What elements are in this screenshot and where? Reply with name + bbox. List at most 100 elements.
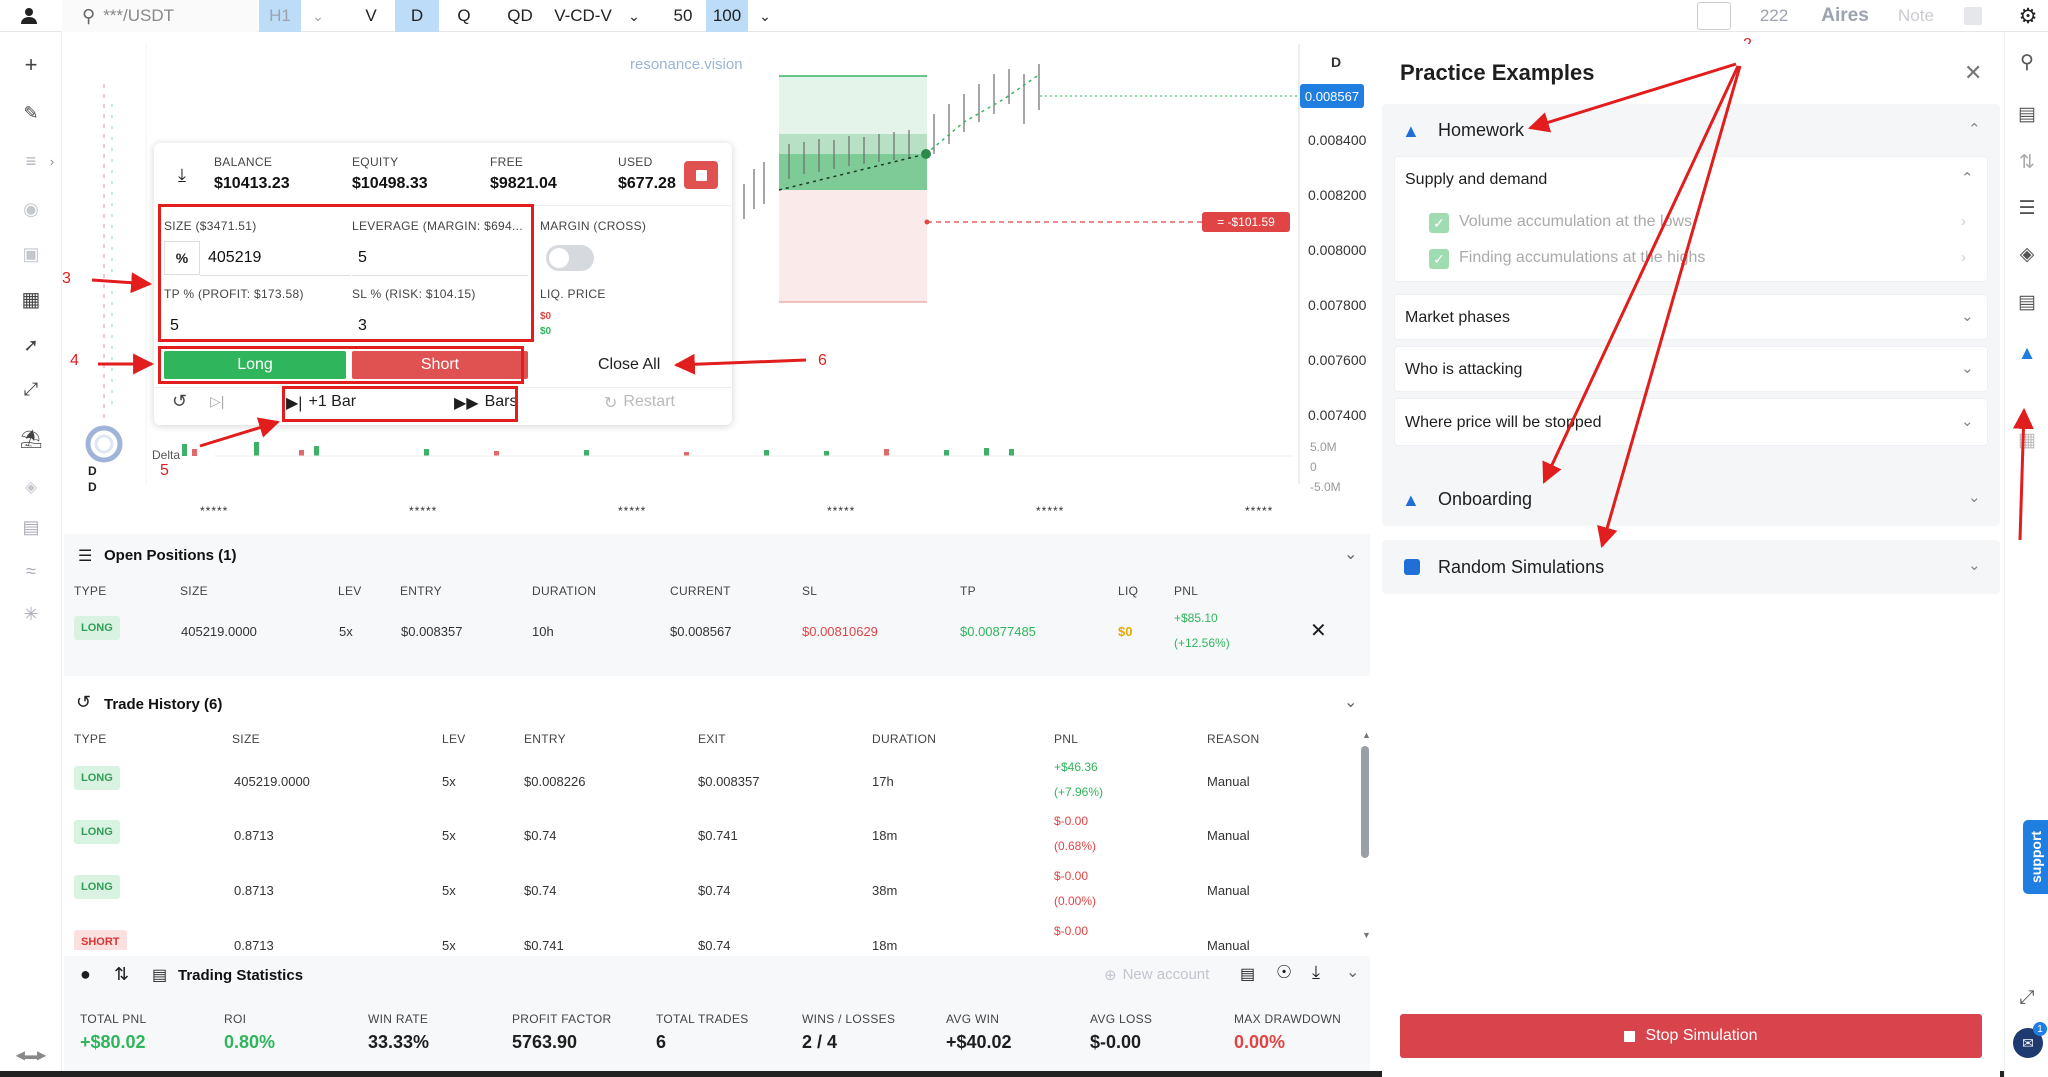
lesson-item[interactable]: Finding accumulations at the highs <box>1459 249 1705 267</box>
scrollbar[interactable]: ▲ ▼ <box>1360 730 1371 946</box>
layers-icon[interactable]: ◈ <box>2011 238 2043 270</box>
col-entry: ENTRY <box>400 584 442 598</box>
support-tab[interactable]: support <box>2023 820 2048 894</box>
download-icon[interactable]: ⤓ <box>178 165 186 186</box>
chevron-right-icon[interactable]: › <box>1961 249 1966 266</box>
y-tick: 0.008000 <box>1308 242 1367 258</box>
bank-icon[interactable]: ⛱ <box>14 422 48 456</box>
globe-icon[interactable]: ☉ <box>1276 962 1292 983</box>
graduation-cap-icon: ▲ <box>1402 121 1420 141</box>
brand-link[interactable]: Aires <box>1810 0 1880 32</box>
trash-icon[interactable]: ▣ <box>14 237 48 271</box>
bar-chart-icon[interactable]: ▤ <box>2011 286 2043 318</box>
onboarding-label: Onboarding <box>1438 489 1533 509</box>
symbol-search[interactable]: ⚲ ***/USDT <box>62 0 258 32</box>
chevron-down-icon[interactable]: ⌄ <box>1344 544 1357 564</box>
chevron-down-icon[interactable]: ⌄ <box>1346 962 1359 982</box>
scroll-arrows[interactable]: ◀▬▶ <box>4 1038 58 1072</box>
trade-pnl-pct: (0.00%) <box>1054 894 1097 908</box>
document-icon[interactable]: ▤ <box>2011 98 2043 130</box>
stat-value: 6 <box>656 1032 667 1052</box>
chevron-down-icon[interactable]: ⌄ <box>622 0 646 32</box>
pattern-icon[interactable]: ➚ <box>14 328 48 362</box>
free-value: $9821.04 <box>490 175 557 192</box>
top-toolbar: ⚲ ***/USDT H1 ⌄ V D Q QD V-CD-V ⌄ 50 100… <box>0 0 2048 32</box>
onboarding-section[interactable]: ▲ Onboarding ⌄ <box>1382 472 2000 526</box>
step-end-icon[interactable]: ▷| <box>210 393 224 410</box>
btn-vcdv[interactable]: V-CD-V <box>550 0 616 32</box>
stop-simulation-button[interactable]: Stop Simulation <box>1400 1014 1982 1058</box>
note-button[interactable]: Note <box>1896 0 1936 32</box>
gear-icon[interactable]: ⚙ <box>2012 0 2044 32</box>
image-icon[interactable] <box>1960 0 1986 32</box>
annotation-box-4 <box>158 346 524 384</box>
trade-duration: 17h <box>872 774 894 789</box>
btn-d[interactable]: D <box>395 0 439 32</box>
supply-demand-label[interactable]: Supply and demand <box>1405 171 1547 189</box>
close-position-icon[interactable]: ✕ <box>1310 618 1327 643</box>
chart-icon[interactable]: ▤ <box>1240 964 1255 984</box>
chevron-right-icon[interactable]: › <box>44 144 60 178</box>
eye-icon[interactable]: ◉ <box>14 192 48 226</box>
btn-50[interactable]: 50 <box>666 0 700 32</box>
restart-button[interactable]: ↻ Restart <box>604 393 675 413</box>
bar-chart-icon[interactable]: ▤ <box>14 510 48 544</box>
new-account-button[interactable]: ⊕ New account <box>1104 966 1209 984</box>
btn-v[interactable]: V <box>355 0 387 32</box>
close-icon[interactable]: ✕ <box>1964 60 1982 86</box>
btn-100[interactable]: 100 <box>706 0 748 32</box>
history-icon[interactable]: ↺ <box>172 391 187 412</box>
download-icon[interactable]: ⤓ <box>1312 962 1320 983</box>
compare-icon[interactable]: ⇅ <box>114 964 129 985</box>
market-phases-item[interactable]: Market phases ⌄ <box>1394 294 1988 340</box>
list-icon[interactable]: ☰ <box>2011 192 2043 224</box>
timeframe-h1[interactable]: H1 <box>259 0 301 32</box>
flask-icon[interactable]: ▲ <box>2011 338 2043 370</box>
who-attacking-item[interactable]: Who is attacking ⌄ <box>1394 346 1988 392</box>
magnet-icon[interactable]: ◈ <box>14 470 48 504</box>
trend-icon[interactable]: ⤢ <box>2011 982 2043 1014</box>
bulb-icon[interactable]: ● <box>80 964 91 985</box>
new-account-label: New account <box>1122 966 1210 983</box>
col-pnl: PNL <box>1054 732 1079 746</box>
lesson-item[interactable]: Volume accumulation at the lows <box>1459 213 1692 231</box>
close-all-button[interactable]: Close All <box>598 356 660 374</box>
chevron-up-icon[interactable]: ⌃ <box>1961 169 1974 187</box>
btn-qd[interactable]: QD <box>500 0 540 32</box>
volume-tick: 5.0M <box>1310 440 1337 454</box>
free-stat: FREE $9821.04 <box>490 155 557 193</box>
trade-reason: Manual <box>1207 883 1250 898</box>
stop-button[interactable] <box>684 161 718 189</box>
y-tick: 0.008400 <box>1308 132 1367 148</box>
free-label: FREE <box>490 155 524 169</box>
lines-icon[interactable]: ≡ <box>14 144 48 178</box>
grid-icon[interactable]: ▦ <box>14 282 48 316</box>
chevron-down-icon[interactable]: ⌄ <box>1344 692 1357 712</box>
where-stopped-item[interactable]: Where price will be stopped ⌄ <box>1394 398 1988 446</box>
homework-header[interactable]: ▲ Homework ⌃ <box>1382 104 2000 156</box>
random-sims-section[interactable]: Random Simulations ⌄ <box>1382 540 2000 594</box>
ruler-icon[interactable]: ✎ <box>14 96 48 130</box>
chevron-down-icon[interactable]: ⌄ <box>304 0 332 32</box>
user-icon[interactable] <box>14 0 44 32</box>
table-icon[interactable]: ▦ <box>2011 424 2043 456</box>
stat-value: 5763.90 <box>512 1032 578 1052</box>
crosshair-icon[interactable]: + <box>14 48 48 82</box>
btn-q[interactable]: Q <box>448 0 480 32</box>
waves-icon[interactable]: ≈ <box>14 554 48 588</box>
position-liq: $0 <box>1118 624 1133 639</box>
chevron-right-icon[interactable]: › <box>1961 213 1966 230</box>
color-swatch-button[interactable] <box>1696 0 1732 32</box>
trade-entry: $0.74 <box>524 828 557 843</box>
margin-toggle[interactable] <box>546 245 594 271</box>
search-icon: ⚲ <box>82 5 96 26</box>
measure-icon[interactable]: ⤢ <box>14 372 48 406</box>
annotation-3: 3 <box>62 270 71 287</box>
check-icon: ✓ <box>1429 213 1449 233</box>
equity-stat: EQUITY $10498.33 <box>352 155 428 193</box>
swap-icon[interactable]: ⇅ <box>2011 146 2043 178</box>
support-label: support <box>2028 830 2045 884</box>
sparkle-icon[interactable]: ✳ <box>14 597 48 631</box>
search-icon[interactable]: ⚲ <box>2011 46 2043 78</box>
chevron-down-icon[interactable]: ⌄ <box>752 0 778 32</box>
